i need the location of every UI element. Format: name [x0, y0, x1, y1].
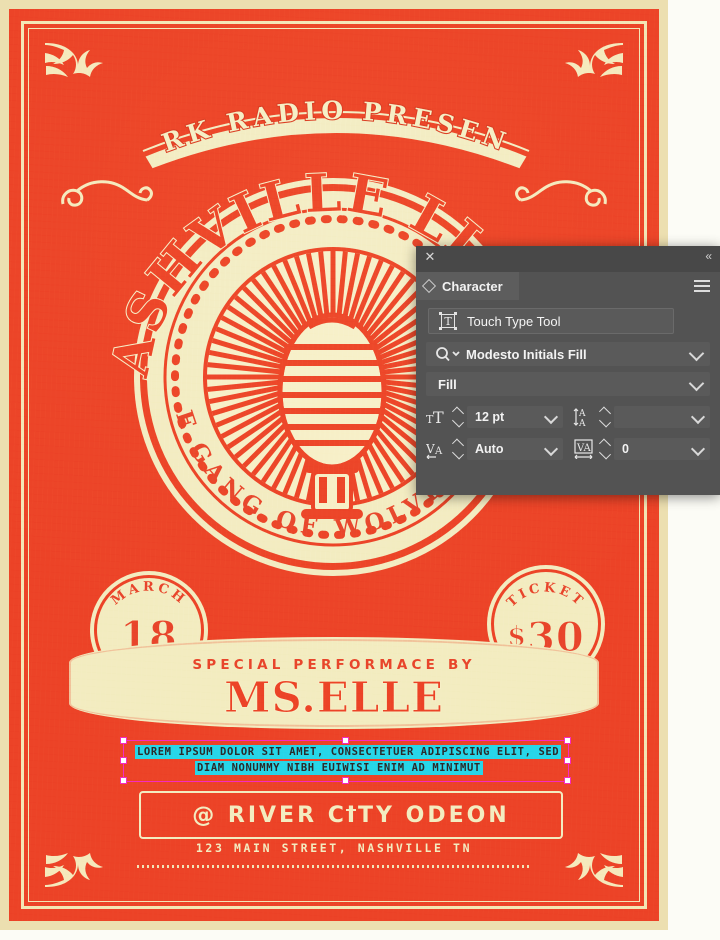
tracking-value: 0 [622, 442, 629, 456]
kerning-control[interactable]: V A Auto [426, 438, 563, 460]
font-family-select[interactable]: Modesto Initials Fill [426, 342, 710, 366]
selection-handle-middle-right[interactable] [564, 757, 571, 764]
microphone-illustration-icon [257, 309, 407, 539]
character-panel[interactable]: ✕ « Character T Touch Type Tool Modesto … [416, 246, 720, 495]
svg-text:VA: VA [576, 443, 592, 454]
selection-handle-bottom-left[interactable] [120, 777, 127, 784]
svg-text:A: A [578, 419, 586, 427]
tracking-stepper[interactable] [598, 438, 612, 460]
leading-icon: A A [573, 407, 595, 427]
font-size-icon: T T [426, 407, 448, 427]
kerning-value: Auto [475, 442, 504, 456]
type-metrics-row-1: T T 12 pt A A [426, 406, 710, 428]
font-size-control[interactable]: T T 12 pt [426, 406, 563, 428]
chevron-down-icon[interactable] [688, 375, 705, 392]
selection-handle-middle-left[interactable] [120, 757, 127, 764]
svg-text:A: A [434, 446, 443, 457]
performer-band: SPECIAL PERFORMACE BY MS.ELLE [69, 637, 599, 729]
tracking-field[interactable]: 0 [614, 438, 710, 460]
leading-control[interactable]: A A [573, 406, 710, 428]
body-text-line-1[interactable]: LOREM IPSUM DOLOR SIT AMET, CONSECTETUER… [135, 745, 562, 759]
font-size-field[interactable]: 12 pt [467, 406, 563, 428]
collapse-panel-icon[interactable]: « [705, 249, 712, 263]
touch-type-tool-label: Touch Type Tool [467, 313, 561, 329]
font-family-value: Modesto Initials Fill [466, 346, 587, 362]
corner-flourish-icon [557, 821, 627, 891]
dotted-divider [137, 865, 531, 868]
leading-field[interactable] [614, 406, 710, 428]
venue-name: @ RIVER CITY ODEON [192, 802, 510, 828]
chevron-down-icon[interactable] [690, 409, 706, 425]
font-search-icon[interactable] [434, 346, 462, 362]
panel-tab-row[interactable]: Character [416, 272, 720, 300]
ticket-badge-label: TICKET [504, 580, 584, 610]
tab-character[interactable]: Character [416, 272, 519, 300]
svg-text:A: A [578, 409, 586, 419]
tracking-icon: VA [573, 439, 595, 459]
venue-banner: @ RIVER CITY ODEON [139, 791, 563, 839]
selection-handle-top-center[interactable] [342, 737, 349, 744]
date-badge-month: MARCH [108, 579, 186, 608]
corner-flourish-icon [41, 39, 111, 109]
panel-body: T Touch Type Tool Modesto Initials Fill … [416, 300, 720, 468]
kerning-field[interactable]: Auto [467, 438, 563, 460]
selection-handle-bottom-center[interactable] [342, 777, 349, 784]
font-size-stepper[interactable] [451, 406, 465, 428]
font-style-select[interactable]: Fill [426, 372, 710, 396]
type-metrics-row-2: V A Auto VA 0 [426, 438, 710, 460]
venue-address: 123 MAIN STREET, NASHVILLE TN [195, 841, 473, 855]
font-style-value: Fill [438, 376, 457, 392]
kerning-icon: V A [426, 439, 448, 459]
panel-titlebar[interactable]: ✕ « [416, 246, 720, 272]
close-icon[interactable]: ✕ [423, 250, 437, 264]
touch-type-tool-button[interactable]: T Touch Type Tool [428, 308, 674, 334]
performer-name: MS.ELLE [223, 673, 445, 723]
tracking-control[interactable]: VA 0 [573, 438, 710, 460]
performer-kicker: SPECIAL PERFORMACE BY [192, 657, 476, 673]
tab-character-label: Character [442, 278, 503, 294]
touch-type-tool-icon: T [439, 312, 457, 330]
selection-handle-top-left[interactable] [120, 737, 127, 744]
kerning-stepper[interactable] [451, 438, 465, 460]
selection-handle-top-right[interactable] [564, 737, 571, 744]
presents-ribbon: STRK RADIO PRESENTS [128, 71, 531, 169]
chevron-down-icon[interactable] [543, 409, 559, 425]
chevron-down-icon[interactable] [690, 441, 706, 457]
corner-flourish-icon [41, 821, 111, 891]
selection-handle-bottom-right[interactable] [564, 777, 571, 784]
svg-text:MARCH: MARCH [108, 579, 189, 608]
selected-text-object[interactable]: LOREM IPSUM DOLOR SIT AMET, CONSECTETUER… [120, 737, 571, 784]
leading-stepper[interactable] [598, 406, 612, 428]
svg-text:TICKET: TICKET [504, 580, 587, 610]
chevron-down-icon[interactable] [543, 441, 559, 457]
body-text-line-2[interactable]: DIAM NONUMMY NIBH EUIWISI ENIM AD MINIMU… [195, 761, 483, 775]
corner-flourish-icon [557, 39, 627, 109]
panel-menu-icon[interactable] [694, 280, 710, 292]
chevron-down-icon[interactable] [688, 345, 705, 362]
svg-text:V: V [426, 442, 435, 456]
svg-text:T: T [433, 408, 444, 427]
font-size-value: 12 pt [475, 410, 505, 424]
diamond-icon [421, 278, 437, 294]
